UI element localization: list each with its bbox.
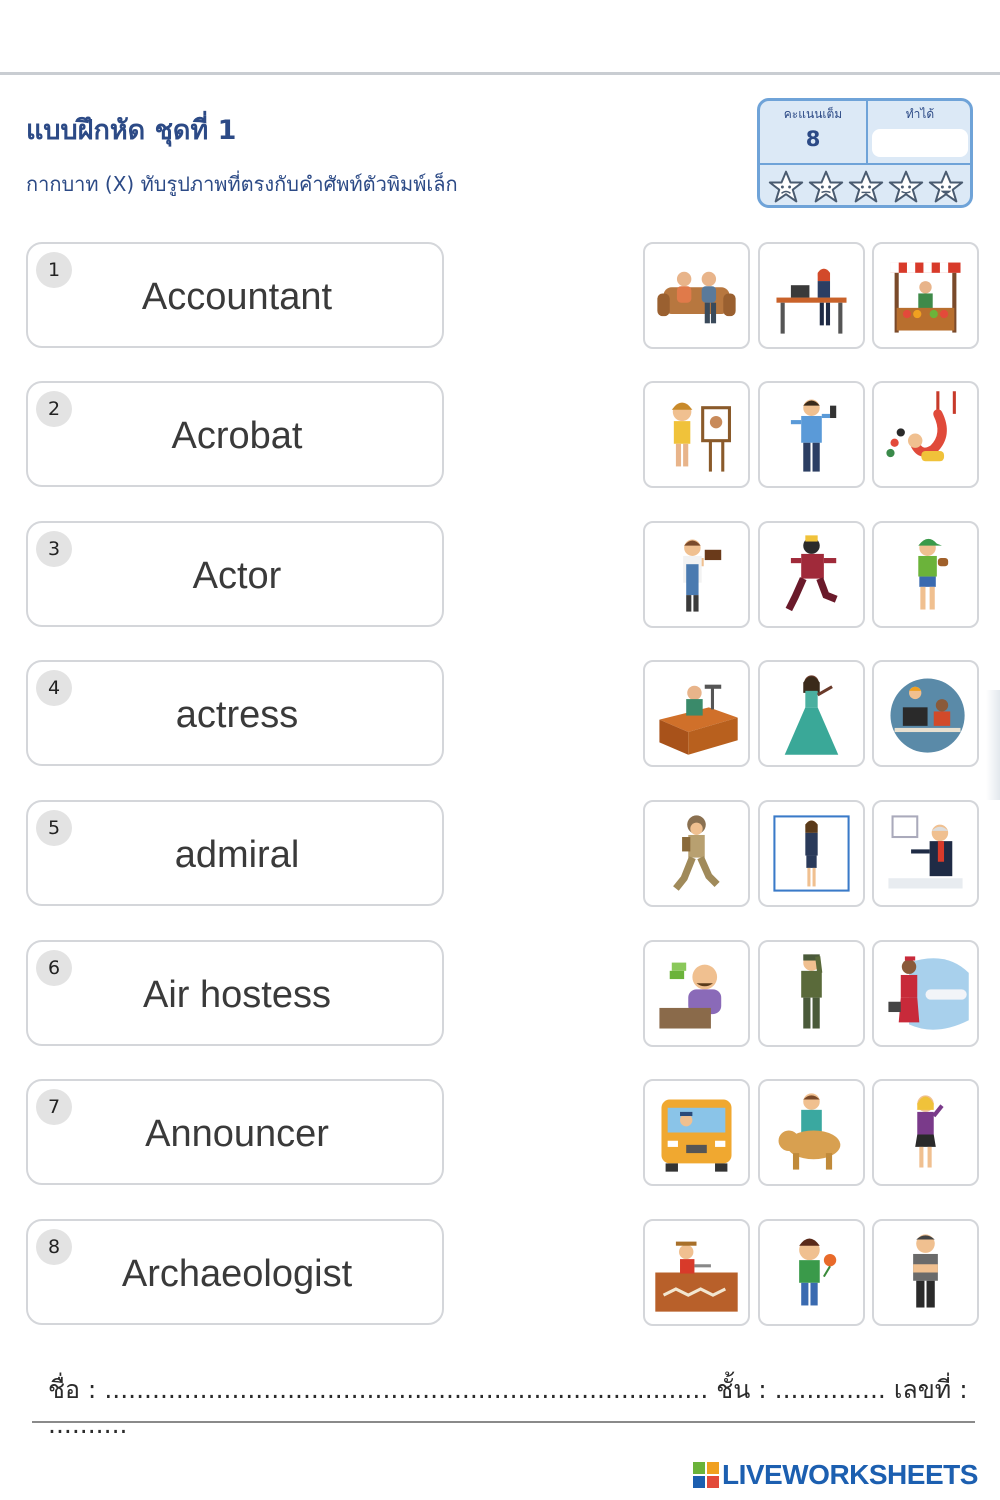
girl-painter-icon[interactable]: [643, 381, 750, 488]
vocabulary-word: Acrobat: [171, 415, 303, 457]
student-info-line: ชื่อ : .................................…: [48, 1370, 1000, 1439]
top-blank-bar: [0, 0, 1000, 72]
page-edge-shadow: [986, 690, 1000, 800]
word-card-1: 1 Accountant: [26, 242, 444, 348]
star-icon: [768, 170, 804, 203]
air-hostess-plane-icon[interactable]: [872, 940, 979, 1047]
cashier-with-money-icon[interactable]: [643, 940, 750, 1047]
vocabulary-word: actress: [175, 694, 299, 736]
vocabulary-word: Air hostess: [143, 974, 331, 1016]
bus-driver-icon[interactable]: [643, 1079, 750, 1186]
student-number-blank: ..........: [48, 1410, 128, 1439]
actress-in-gown-icon[interactable]: [758, 660, 865, 767]
score-box: คะแนนเต็ม 8 ทำได้: [757, 98, 973, 208]
rating-stars: [768, 169, 964, 205]
businesswoman-icon[interactable]: [758, 800, 865, 907]
name-blank: ........................................…: [104, 1375, 709, 1404]
earned-score-label: ทำได้: [905, 107, 935, 121]
word-card-3: 3 Actor: [26, 521, 444, 627]
worksheet-instruction: กากบาท (X) ทับรูปภาพที่ตรงกับคำศัพท์ตัวพ…: [26, 172, 458, 196]
top-divider: [0, 72, 1000, 75]
name-label: ชื่อ :: [48, 1375, 97, 1404]
actor-kneeling-icon[interactable]: [758, 521, 865, 628]
soldier-saluting-icon[interactable]: [758, 940, 865, 1047]
explorer-walking-icon[interactable]: [643, 800, 750, 907]
boy-in-cap-icon[interactable]: [872, 521, 979, 628]
teacher-presenting-icon[interactable]: [872, 800, 979, 907]
man-with-phone-icon[interactable]: [758, 381, 865, 488]
office-workers-icon[interactable]: [872, 660, 979, 767]
market-stall-icon[interactable]: [872, 242, 979, 349]
vocabulary-word: Accountant: [141, 276, 333, 318]
word-card-5: 5 admiral: [26, 800, 444, 906]
word-card-4: 4 actress: [26, 660, 444, 766]
brand-name: LIVEWORKSHEETS: [722, 1459, 978, 1490]
vocabulary-word: Archaeologist: [121, 1253, 353, 1295]
people-on-sofa-icon[interactable]: [643, 242, 750, 349]
word-card-7: 7 Announcer: [26, 1079, 444, 1185]
word-card-6: 6 Air hostess: [26, 940, 444, 1046]
woman-announcer-icon[interactable]: [872, 1079, 979, 1186]
vocabulary-word: Announcer: [145, 1113, 329, 1155]
star-icon: [848, 170, 884, 203]
student-number-label: เลขที่ :: [893, 1375, 968, 1404]
star-icon: [888, 170, 924, 203]
acrobat-juggler-icon[interactable]: [872, 381, 979, 488]
baker-with-cake-icon[interactable]: [643, 521, 750, 628]
word-card-2: 2 Acrobat: [26, 381, 444, 487]
vocabulary-word: admiral: [174, 834, 300, 876]
full-score-label: คะแนนเต็ม: [783, 107, 843, 121]
class-label: ชั้น :: [716, 1375, 767, 1404]
liveworksheets-brand: LIVEWORKSHEETS: [692, 1458, 978, 1492]
liveworksheets-logo-icon: [693, 1462, 719, 1488]
star-icon: [808, 170, 844, 203]
man-at-workbench-icon[interactable]: [643, 660, 750, 767]
class-blank: ..............: [774, 1375, 886, 1404]
earned-score-field: [872, 129, 968, 157]
vocabulary-word: Actor: [192, 555, 282, 597]
score-divider-horizontal: [760, 163, 970, 165]
man-arms-crossed-icon[interactable]: [872, 1219, 979, 1326]
vet-with-dog-icon[interactable]: [758, 1079, 865, 1186]
word-card-8: 8 Archaeologist: [26, 1219, 444, 1325]
footer-divider: [32, 1421, 975, 1423]
full-score-value: 8: [805, 127, 821, 151]
worksheet-title: แบบฝึกหัด ชุดที่ 1: [26, 115, 237, 146]
woman-at-desk-icon[interactable]: [758, 242, 865, 349]
archaeologist-digging-icon[interactable]: [643, 1219, 750, 1326]
boy-with-flower-icon[interactable]: [758, 1219, 865, 1326]
star-icon: [928, 170, 964, 203]
